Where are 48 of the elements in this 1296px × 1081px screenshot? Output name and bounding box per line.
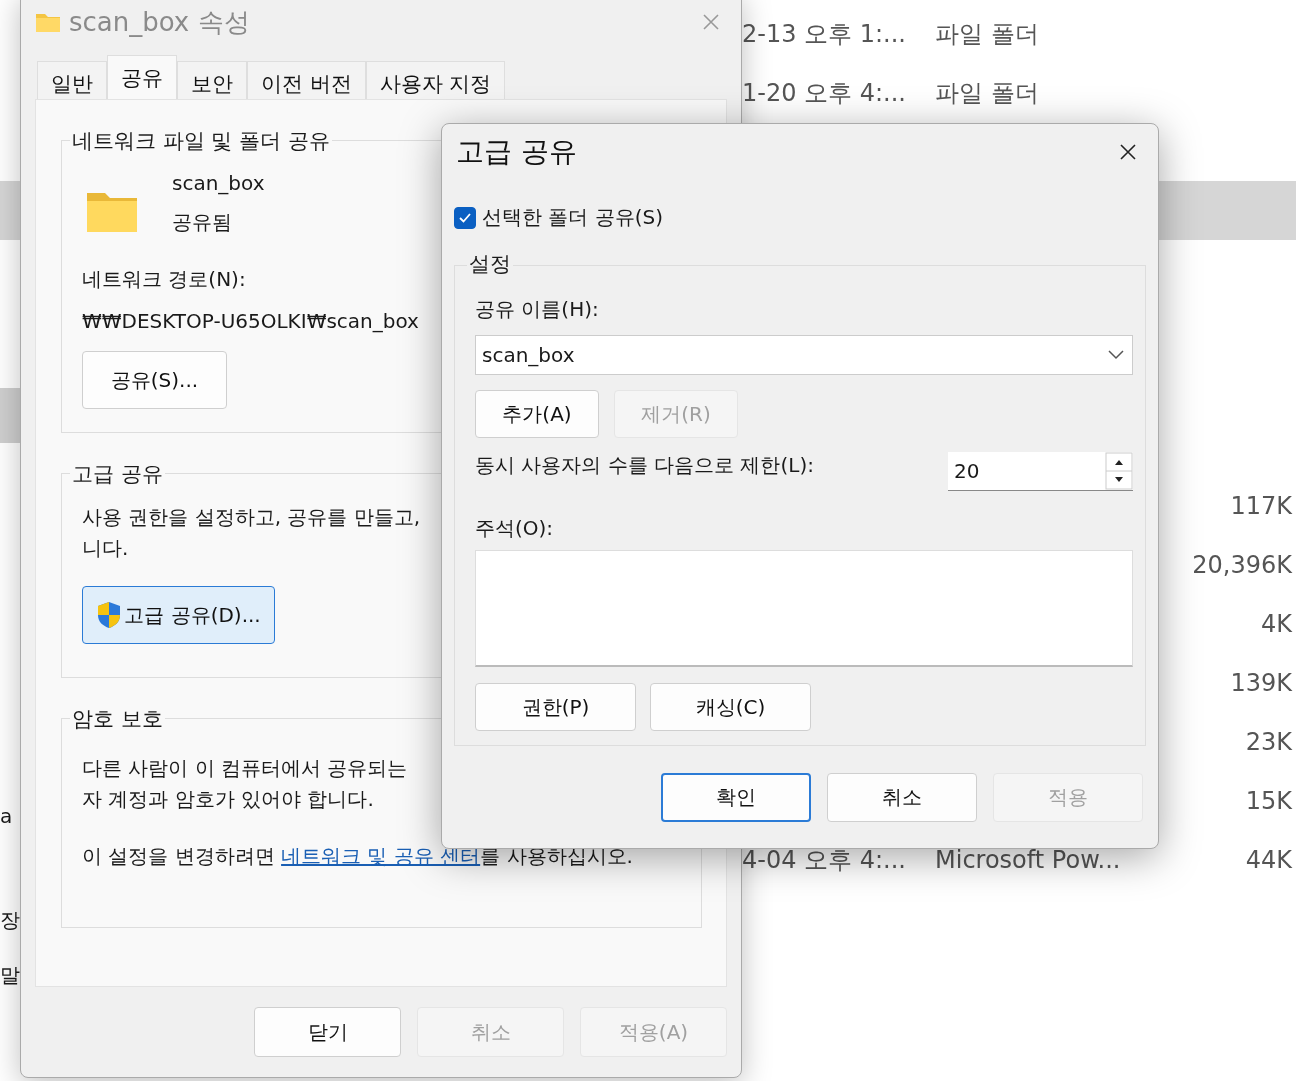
folder-name: scan_box (172, 171, 265, 195)
button[interactable]: 캐싱(C) (650, 683, 811, 731)
nav-item[interactable]: a (0, 788, 20, 843)
type-cell-text: 파일 폴더 (935, 77, 1039, 109)
check-icon (458, 211, 472, 224)
type-cell: Microsoft Pow... (935, 845, 1121, 874)
tab[interactable]: 일반 (37, 61, 107, 99)
network-center-link[interactable]: 네트워크 및 공유 센터 (281, 844, 481, 868)
network-path: ₩₩DESKTOP-U65OLKI₩scan_box (82, 309, 419, 333)
nav-item[interactable]: 장 (0, 893, 20, 948)
nav-item[interactable]: 말 (0, 948, 20, 1003)
button[interactable]: 추가(A) (475, 390, 599, 438)
tab[interactable]: 공유 (107, 55, 177, 99)
share-name-dropdown[interactable]: scan_box (475, 335, 1133, 375)
share-button[interactable]: 공유(S)... (82, 351, 227, 409)
date-cell-text: 1-20 오후 4:... (742, 77, 906, 109)
type-cell-text: 파일 폴더 (935, 18, 1039, 50)
description-text: 자 계정과 암호가 있어야 합니다. (82, 786, 374, 813)
folder-icon (35, 11, 61, 33)
share-status: 공유됨 (172, 209, 232, 236)
user-limit-spinner[interactable]: 20 (948, 452, 1133, 491)
tab[interactable]: 이전 버전 (247, 61, 366, 99)
instruction-text: 이 설정을 변경하려면 네트워크 및 공유 센터를 사용하십시오. (82, 843, 634, 870)
shield-icon (96, 601, 123, 629)
window-title: scan_box 속성 (69, 5, 251, 39)
dialog-title: 고급 공유 (456, 134, 578, 170)
close-icon[interactable] (1118, 142, 1138, 162)
field-label: 동시 사용자의 수를 다음으로 제한(L): (475, 452, 814, 479)
description-text: 니다. (82, 535, 129, 562)
path-label: 네트워크 경로(N): (82, 266, 246, 293)
date-cell-text: 4-04 오후 4:... (742, 844, 906, 876)
tab[interactable]: 보안 (177, 61, 247, 99)
description-text: 다른 사람이 이 컴퓨터에서 공유되는 (82, 755, 408, 782)
advanced-sharing-button[interactable]: 고급 공유(D)... (82, 586, 275, 644)
description-text: 사용 권한을 설정하고, 공유를 만들고, (82, 504, 421, 531)
caret-icon[interactable] (1108, 350, 1124, 360)
button[interactable]: 닫기 (254, 1007, 401, 1057)
date-cell-text: 2-13 오후 1:... (742, 18, 906, 50)
field-label: 주석(O): (475, 515, 554, 542)
comment-field[interactable] (475, 550, 1133, 667)
tab[interactable]: 사용자 지정 (365, 61, 506, 99)
size-cell: 44K (1245, 845, 1292, 874)
field-label: 공유 이름(H): (475, 296, 599, 323)
button[interactable]: 권한(P) (475, 683, 636, 731)
button[interactable]: 취소 (827, 773, 977, 822)
share-checkbox[interactable]: 선택한 폴더 공유(S) (454, 204, 1146, 231)
spinner-arrows-icon[interactable] (1105, 452, 1133, 490)
button[interactable]: 확인 (661, 773, 811, 822)
